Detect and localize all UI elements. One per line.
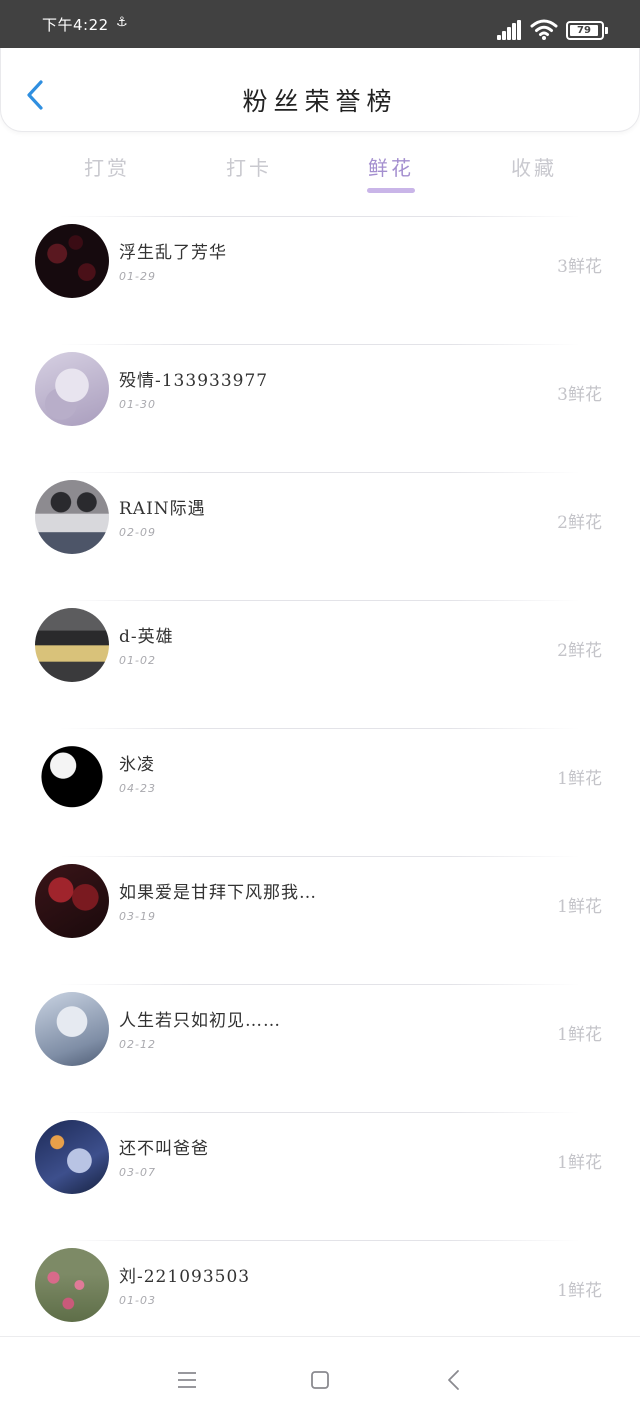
- fan-name: 刘-221093503: [119, 1267, 251, 1287]
- list-item[interactable]: 人生若只如初见…… 02-12 1鲜花: [0, 972, 640, 1100]
- tab-bar: 打赏 打卡 鲜花 收藏: [0, 140, 640, 200]
- fan-name: d-英雄: [119, 627, 174, 647]
- fan-date: 02-12: [119, 1038, 156, 1051]
- list-item[interactable]: d-英雄 01-02 2鲜花: [0, 588, 640, 716]
- home-square-icon[interactable]: [307, 1367, 333, 1393]
- fan-name: 殁情-133933977: [119, 371, 269, 391]
- page-title: 粉丝荣誉榜: [242, 87, 398, 116]
- back-triangle-icon[interactable]: [441, 1367, 467, 1393]
- avatar: [35, 224, 109, 298]
- system-nav-bar: [0, 1336, 640, 1422]
- notification-icon: ⚓: [116, 15, 128, 30]
- signal-icon: [497, 20, 522, 40]
- fan-name: 还不叫爸爸: [119, 1139, 209, 1159]
- fan-name: 人生若只如初见……: [119, 1011, 281, 1031]
- avatar: [35, 992, 109, 1066]
- status-time: 下午4:22: [42, 16, 109, 34]
- fan-name: 氷凌: [119, 755, 155, 775]
- avatar: [35, 352, 109, 426]
- list-item[interactable]: 如果爱是甘拜下风那我… 03-19 1鲜花: [0, 844, 640, 972]
- avatar: [35, 1120, 109, 1194]
- list-item[interactable]: RAIN际遇 02-09 2鲜花: [0, 460, 640, 588]
- header: 粉丝荣誉榜: [0, 48, 640, 132]
- flower-count: 1鲜花: [557, 897, 602, 917]
- flower-count: 2鲜花: [557, 641, 602, 661]
- tab-checkin[interactable]: 打卡: [199, 152, 299, 181]
- tab-reward[interactable]: 打赏: [57, 152, 157, 181]
- avatar: [35, 608, 109, 682]
- flower-count: 1鲜花: [557, 1281, 602, 1301]
- menu-icon[interactable]: [174, 1367, 200, 1393]
- fan-name: RAIN际遇: [119, 499, 206, 519]
- flower-count: 1鲜花: [557, 1153, 602, 1173]
- fan-date: 02-09: [119, 526, 156, 539]
- fan-name: 如果爱是甘拜下风那我…: [119, 883, 317, 903]
- fan-list: 浮生乱了芳华 01-29 3鲜花 殁情-133933977 01-30 3鲜花 …: [0, 204, 640, 1356]
- list-item[interactable]: 氷凌 04-23 1鲜花: [0, 716, 640, 844]
- tab-flowers[interactable]: 鲜花: [341, 152, 441, 181]
- fan-date: 03-19: [119, 910, 156, 923]
- list-item[interactable]: 殁情-133933977 01-30 3鲜花: [0, 332, 640, 460]
- fan-date: 01-30: [119, 398, 156, 411]
- flower-count: 1鲜花: [557, 769, 602, 789]
- avatar: [35, 736, 109, 810]
- list-item[interactable]: 浮生乱了芳华 01-29 3鲜花: [0, 204, 640, 332]
- fan-name: 浮生乱了芳华: [119, 243, 227, 263]
- fan-date: 01-02: [119, 654, 156, 667]
- tab-active-indicator: [367, 188, 415, 193]
- fan-date: 01-29: [119, 270, 156, 283]
- flower-count: 3鲜花: [557, 385, 602, 405]
- flower-count: 1鲜花: [557, 1025, 602, 1045]
- fan-date: 01-03: [119, 1294, 156, 1307]
- list-item[interactable]: 还不叫爸爸 03-07 1鲜花: [0, 1100, 640, 1228]
- avatar: [35, 1248, 109, 1322]
- avatar: [35, 480, 109, 554]
- status-bar: 下午4:22 ⚓ 79: [0, 0, 640, 48]
- battery-level: 79: [570, 25, 598, 36]
- flower-count: 3鲜花: [557, 257, 602, 277]
- flower-count: 2鲜花: [557, 513, 602, 533]
- battery-icon: 79: [566, 21, 608, 40]
- fan-date: 03-07: [119, 1166, 156, 1179]
- wifi-icon: [530, 19, 558, 40]
- avatar: [35, 864, 109, 938]
- fan-date: 04-23: [119, 782, 156, 795]
- tab-favorites[interactable]: 收藏: [484, 152, 584, 181]
